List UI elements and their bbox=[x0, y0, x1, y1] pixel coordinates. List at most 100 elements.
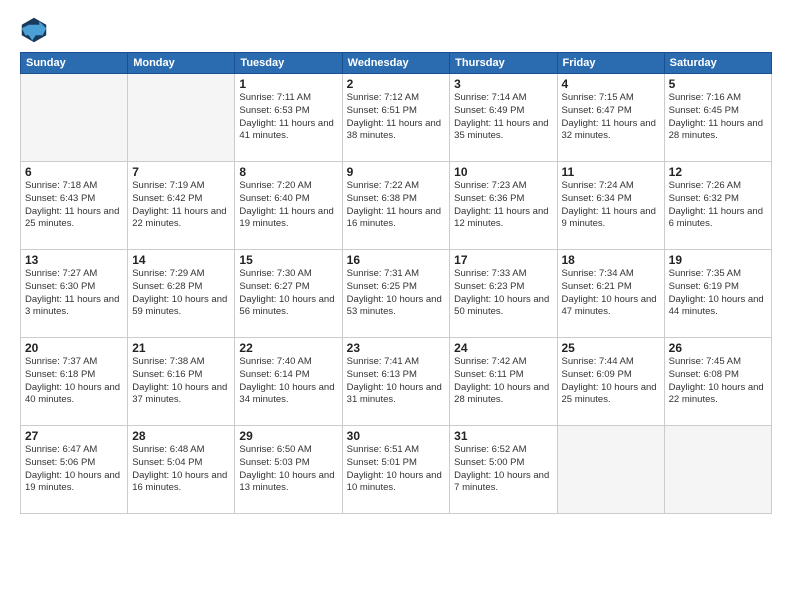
day-info: Sunrise: 7:30 AM Sunset: 6:27 PM Dayligh… bbox=[239, 268, 337, 319]
day-number: 1 bbox=[239, 77, 337, 91]
day-info: Sunrise: 7:38 AM Sunset: 6:16 PM Dayligh… bbox=[132, 356, 230, 407]
day-number: 25 bbox=[562, 341, 660, 355]
day-info: Sunrise: 7:11 AM Sunset: 6:53 PM Dayligh… bbox=[239, 92, 337, 143]
day-cell bbox=[21, 74, 128, 162]
day-number: 21 bbox=[132, 341, 230, 355]
day-cell: 14Sunrise: 7:29 AM Sunset: 6:28 PM Dayli… bbox=[128, 250, 235, 338]
day-info: Sunrise: 6:50 AM Sunset: 5:03 PM Dayligh… bbox=[239, 444, 337, 495]
day-cell: 26Sunrise: 7:45 AM Sunset: 6:08 PM Dayli… bbox=[664, 338, 771, 426]
day-number: 16 bbox=[347, 253, 446, 267]
day-info: Sunrise: 7:15 AM Sunset: 6:47 PM Dayligh… bbox=[562, 92, 660, 143]
day-info: Sunrise: 7:31 AM Sunset: 6:25 PM Dayligh… bbox=[347, 268, 446, 319]
day-info: Sunrise: 6:52 AM Sunset: 5:00 PM Dayligh… bbox=[454, 444, 552, 495]
day-header-tuesday: Tuesday bbox=[235, 53, 342, 74]
day-info: Sunrise: 7:18 AM Sunset: 6:43 PM Dayligh… bbox=[25, 180, 123, 231]
day-number: 27 bbox=[25, 429, 123, 443]
day-cell: 7Sunrise: 7:19 AM Sunset: 6:42 PM Daylig… bbox=[128, 162, 235, 250]
day-cell bbox=[557, 426, 664, 514]
day-number: 30 bbox=[347, 429, 446, 443]
day-number: 18 bbox=[562, 253, 660, 267]
day-cell: 6Sunrise: 7:18 AM Sunset: 6:43 PM Daylig… bbox=[21, 162, 128, 250]
calendar-table: SundayMondayTuesdayWednesdayThursdayFrid… bbox=[20, 52, 772, 514]
day-info: Sunrise: 7:29 AM Sunset: 6:28 PM Dayligh… bbox=[132, 268, 230, 319]
day-info: Sunrise: 7:41 AM Sunset: 6:13 PM Dayligh… bbox=[347, 356, 446, 407]
day-info: Sunrise: 7:45 AM Sunset: 6:08 PM Dayligh… bbox=[669, 356, 767, 407]
day-cell: 5Sunrise: 7:16 AM Sunset: 6:45 PM Daylig… bbox=[664, 74, 771, 162]
day-cell: 13Sunrise: 7:27 AM Sunset: 6:30 PM Dayli… bbox=[21, 250, 128, 338]
week-row-3: 13Sunrise: 7:27 AM Sunset: 6:30 PM Dayli… bbox=[21, 250, 772, 338]
day-number: 31 bbox=[454, 429, 552, 443]
day-info: Sunrise: 7:42 AM Sunset: 6:11 PM Dayligh… bbox=[454, 356, 552, 407]
day-number: 5 bbox=[669, 77, 767, 91]
day-info: Sunrise: 7:19 AM Sunset: 6:42 PM Dayligh… bbox=[132, 180, 230, 231]
day-header-wednesday: Wednesday bbox=[342, 53, 450, 74]
day-cell: 29Sunrise: 6:50 AM Sunset: 5:03 PM Dayli… bbox=[235, 426, 342, 514]
logo bbox=[20, 16, 52, 44]
day-cell: 1Sunrise: 7:11 AM Sunset: 6:53 PM Daylig… bbox=[235, 74, 342, 162]
header-row: SundayMondayTuesdayWednesdayThursdayFrid… bbox=[21, 53, 772, 74]
day-cell: 20Sunrise: 7:37 AM Sunset: 6:18 PM Dayli… bbox=[21, 338, 128, 426]
day-number: 15 bbox=[239, 253, 337, 267]
day-cell bbox=[128, 74, 235, 162]
week-row-4: 20Sunrise: 7:37 AM Sunset: 6:18 PM Dayli… bbox=[21, 338, 772, 426]
day-info: Sunrise: 7:44 AM Sunset: 6:09 PM Dayligh… bbox=[562, 356, 660, 407]
day-cell bbox=[664, 426, 771, 514]
day-cell: 18Sunrise: 7:34 AM Sunset: 6:21 PM Dayli… bbox=[557, 250, 664, 338]
day-cell: 17Sunrise: 7:33 AM Sunset: 6:23 PM Dayli… bbox=[450, 250, 557, 338]
day-cell: 3Sunrise: 7:14 AM Sunset: 6:49 PM Daylig… bbox=[450, 74, 557, 162]
day-number: 22 bbox=[239, 341, 337, 355]
day-header-sunday: Sunday bbox=[21, 53, 128, 74]
day-header-thursday: Thursday bbox=[450, 53, 557, 74]
day-number: 26 bbox=[669, 341, 767, 355]
day-info: Sunrise: 7:22 AM Sunset: 6:38 PM Dayligh… bbox=[347, 180, 446, 231]
day-number: 6 bbox=[25, 165, 123, 179]
day-cell: 27Sunrise: 6:47 AM Sunset: 5:06 PM Dayli… bbox=[21, 426, 128, 514]
day-number: 28 bbox=[132, 429, 230, 443]
day-number: 9 bbox=[347, 165, 446, 179]
day-info: Sunrise: 7:40 AM Sunset: 6:14 PM Dayligh… bbox=[239, 356, 337, 407]
week-row-2: 6Sunrise: 7:18 AM Sunset: 6:43 PM Daylig… bbox=[21, 162, 772, 250]
day-info: Sunrise: 7:16 AM Sunset: 6:45 PM Dayligh… bbox=[669, 92, 767, 143]
header bbox=[20, 16, 772, 44]
day-cell: 2Sunrise: 7:12 AM Sunset: 6:51 PM Daylig… bbox=[342, 74, 450, 162]
day-number: 19 bbox=[669, 253, 767, 267]
day-cell: 28Sunrise: 6:48 AM Sunset: 5:04 PM Dayli… bbox=[128, 426, 235, 514]
day-header-saturday: Saturday bbox=[664, 53, 771, 74]
week-row-5: 27Sunrise: 6:47 AM Sunset: 5:06 PM Dayli… bbox=[21, 426, 772, 514]
day-info: Sunrise: 6:47 AM Sunset: 5:06 PM Dayligh… bbox=[25, 444, 123, 495]
day-info: Sunrise: 6:48 AM Sunset: 5:04 PM Dayligh… bbox=[132, 444, 230, 495]
day-info: Sunrise: 7:34 AM Sunset: 6:21 PM Dayligh… bbox=[562, 268, 660, 319]
day-number: 17 bbox=[454, 253, 552, 267]
day-number: 20 bbox=[25, 341, 123, 355]
day-cell: 24Sunrise: 7:42 AM Sunset: 6:11 PM Dayli… bbox=[450, 338, 557, 426]
logo-icon bbox=[20, 16, 48, 44]
day-number: 29 bbox=[239, 429, 337, 443]
day-number: 14 bbox=[132, 253, 230, 267]
day-number: 8 bbox=[239, 165, 337, 179]
day-cell: 30Sunrise: 6:51 AM Sunset: 5:01 PM Dayli… bbox=[342, 426, 450, 514]
day-cell: 11Sunrise: 7:24 AM Sunset: 6:34 PM Dayli… bbox=[557, 162, 664, 250]
day-header-monday: Monday bbox=[128, 53, 235, 74]
day-cell: 4Sunrise: 7:15 AM Sunset: 6:47 PM Daylig… bbox=[557, 74, 664, 162]
day-number: 2 bbox=[347, 77, 446, 91]
day-number: 13 bbox=[25, 253, 123, 267]
day-number: 3 bbox=[454, 77, 552, 91]
day-header-friday: Friday bbox=[557, 53, 664, 74]
day-number: 10 bbox=[454, 165, 552, 179]
day-cell: 25Sunrise: 7:44 AM Sunset: 6:09 PM Dayli… bbox=[557, 338, 664, 426]
day-cell: 10Sunrise: 7:23 AM Sunset: 6:36 PM Dayli… bbox=[450, 162, 557, 250]
day-info: Sunrise: 6:51 AM Sunset: 5:01 PM Dayligh… bbox=[347, 444, 446, 495]
day-info: Sunrise: 7:12 AM Sunset: 6:51 PM Dayligh… bbox=[347, 92, 446, 143]
day-info: Sunrise: 7:20 AM Sunset: 6:40 PM Dayligh… bbox=[239, 180, 337, 231]
day-info: Sunrise: 7:23 AM Sunset: 6:36 PM Dayligh… bbox=[454, 180, 552, 231]
week-row-1: 1Sunrise: 7:11 AM Sunset: 6:53 PM Daylig… bbox=[21, 74, 772, 162]
day-cell: 12Sunrise: 7:26 AM Sunset: 6:32 PM Dayli… bbox=[664, 162, 771, 250]
day-cell: 23Sunrise: 7:41 AM Sunset: 6:13 PM Dayli… bbox=[342, 338, 450, 426]
day-cell: 21Sunrise: 7:38 AM Sunset: 6:16 PM Dayli… bbox=[128, 338, 235, 426]
day-info: Sunrise: 7:35 AM Sunset: 6:19 PM Dayligh… bbox=[669, 268, 767, 319]
day-info: Sunrise: 7:26 AM Sunset: 6:32 PM Dayligh… bbox=[669, 180, 767, 231]
day-cell: 9Sunrise: 7:22 AM Sunset: 6:38 PM Daylig… bbox=[342, 162, 450, 250]
day-number: 7 bbox=[132, 165, 230, 179]
calendar-container: SundayMondayTuesdayWednesdayThursdayFrid… bbox=[0, 0, 792, 612]
day-info: Sunrise: 7:14 AM Sunset: 6:49 PM Dayligh… bbox=[454, 92, 552, 143]
